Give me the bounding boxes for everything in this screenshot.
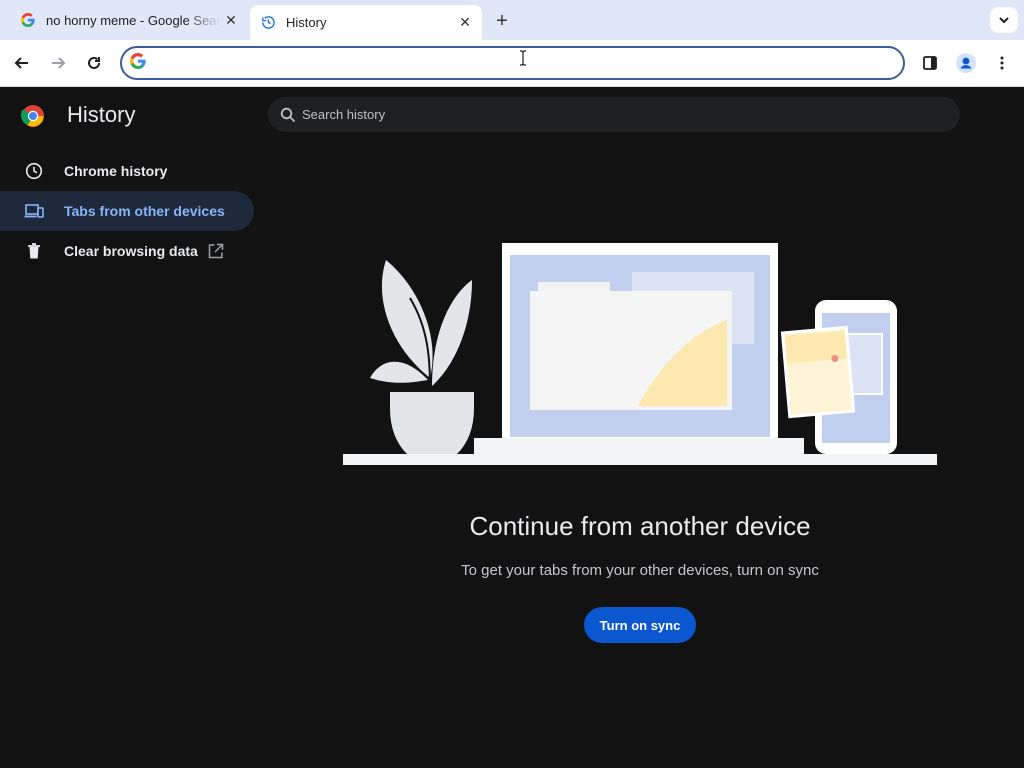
plant-leaf bbox=[381, 260, 433, 378]
profile-button[interactable] bbox=[953, 50, 979, 76]
tab-strip: no horny meme - Google Search ✕ History … bbox=[0, 0, 1024, 40]
arrow-left-icon bbox=[14, 57, 28, 69]
history-icon bbox=[260, 15, 276, 31]
avatar-icon bbox=[956, 53, 976, 73]
devices-icon bbox=[24, 201, 44, 221]
clock-icon bbox=[24, 161, 44, 181]
tab-google-search[interactable]: no horny meme - Google Search ✕ bbox=[8, 0, 248, 40]
more-vert-icon bbox=[1000, 56, 1004, 70]
back-button[interactable] bbox=[9, 50, 35, 76]
devices-illustration bbox=[343, 243, 937, 465]
turn-on-sync-button[interactable]: Turn on sync bbox=[584, 607, 696, 643]
laptop-base bbox=[474, 438, 804, 454]
tab-title: History bbox=[286, 15, 327, 30]
address-bar[interactable] bbox=[120, 46, 905, 80]
tab-search-button[interactable] bbox=[990, 7, 1018, 33]
search-history-box[interactable] bbox=[268, 97, 960, 132]
google-g-icon bbox=[20, 12, 36, 28]
chevron-down-icon bbox=[999, 17, 1009, 24]
nav-item-label: Clear browsing data bbox=[64, 243, 198, 259]
tab-history[interactable]: History ✕ bbox=[250, 5, 482, 40]
plant-leaf bbox=[432, 280, 472, 386]
text-cursor-icon bbox=[520, 50, 526, 66]
close-icon[interactable]: ✕ bbox=[220, 9, 242, 31]
reload-icon bbox=[88, 56, 100, 69]
nav-item-label: Chrome history bbox=[64, 163, 168, 179]
nav-item-chrome-history[interactable]: Chrome history bbox=[0, 151, 254, 191]
arrow-right-icon bbox=[52, 57, 66, 69]
tab-title: no horny meme - Google Search bbox=[46, 12, 220, 28]
side-panel-icon bbox=[923, 56, 937, 70]
shelf bbox=[343, 454, 937, 465]
open-in-new-icon bbox=[208, 243, 224, 259]
nav-item-clear-browsing-data[interactable]: Clear browsing data bbox=[0, 231, 254, 271]
trash-icon bbox=[24, 241, 44, 261]
google-g-icon bbox=[129, 52, 146, 74]
chrome-logo-icon bbox=[21, 105, 44, 127]
new-tab-button[interactable]: + bbox=[490, 9, 514, 33]
page-title: History bbox=[67, 102, 136, 127]
plant-pot bbox=[390, 392, 474, 455]
search-icon bbox=[280, 107, 296, 122]
search-input[interactable] bbox=[296, 107, 960, 122]
nav-item-label: Tabs from other devices bbox=[64, 203, 225, 219]
side-panel-button[interactable] bbox=[917, 50, 943, 76]
reload-button[interactable] bbox=[81, 50, 107, 76]
close-icon[interactable]: ✕ bbox=[454, 12, 476, 34]
empty-state-heading: Continue from another device bbox=[469, 511, 811, 541]
browser-toolbar bbox=[0, 40, 1024, 87]
nav-item-tabs-from-other-devices[interactable]: Tabs from other devices bbox=[0, 191, 254, 231]
forward-button[interactable] bbox=[45, 50, 71, 76]
empty-state-subtext: To get your tabs from your other devices… bbox=[461, 562, 819, 579]
menu-button[interactable] bbox=[989, 50, 1015, 76]
history-page: History Chrome history Tabs from other d… bbox=[0, 88, 1024, 768]
